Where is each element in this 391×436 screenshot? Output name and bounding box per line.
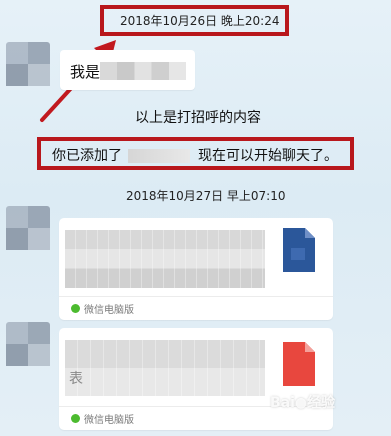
card-footer: 微信电脑版: [59, 296, 333, 320]
watermark-brand: Bai: [270, 395, 295, 411]
mosaic-blur: [100, 62, 186, 80]
name-blur: [128, 149, 190, 163]
avatar[interactable]: [6, 206, 50, 250]
greeting-note: 以上是打招呼的内容: [135, 110, 261, 126]
message-text: 我是: [70, 63, 101, 81]
message-bubble[interactable]: 我是: [60, 50, 195, 90]
wechat-pc-icon: [71, 414, 80, 423]
watermark-logo: Bai●经验: [270, 392, 335, 412]
wechat-pc-icon: [71, 304, 80, 313]
word-document-icon: [283, 228, 315, 272]
file-card[interactable]: 微信电脑版: [59, 218, 333, 320]
added-suffix: 现在可以开始聊天了。: [198, 148, 338, 164]
card-source: 微信电脑版: [84, 305, 134, 316]
paw-icon: ●: [294, 395, 308, 411]
card-source: 微信电脑版: [84, 415, 134, 426]
mosaic-blur: [65, 340, 265, 396]
mosaic-blur: [65, 230, 265, 288]
pdf-document-icon: [283, 342, 315, 386]
avatar[interactable]: [6, 42, 50, 86]
added-prefix: 你已添加了: [52, 148, 122, 164]
timestamp-second: 2018年10月27日 早上07:10: [126, 189, 286, 203]
avatar[interactable]: [6, 322, 50, 366]
file-card[interactable]: 表 微信电脑版: [59, 328, 333, 430]
timestamp-first: 2018年10月26日 晚上20:24: [120, 14, 280, 28]
added-notice: 你已添加了 现在可以开始聊天了。: [52, 145, 338, 165]
card-title-fragment: 表: [69, 371, 83, 387]
watermark-suffix: 经验: [307, 395, 336, 411]
